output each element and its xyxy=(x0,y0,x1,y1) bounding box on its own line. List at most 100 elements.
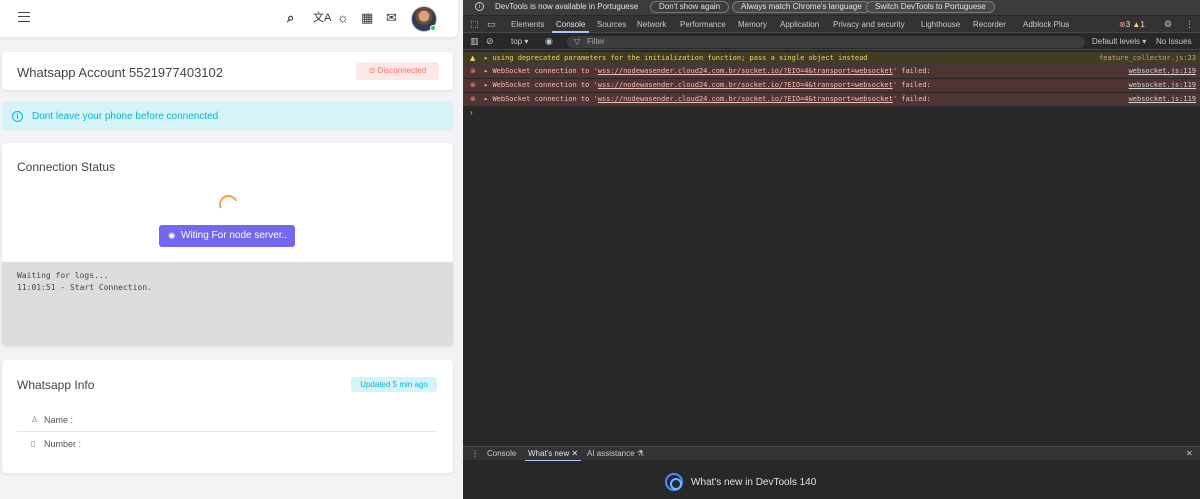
tab-privacy-security[interactable]: Privacy and security xyxy=(833,20,905,29)
devtools-tab-bar: ⬚ ▭ Elements Console Sources Network Per… xyxy=(463,16,1200,33)
message-suffix: ' failed: xyxy=(892,67,931,75)
message-url-link[interactable]: wss://nodewasender.cloud24.com.br/socket… xyxy=(598,67,893,75)
top-navbar: ⌕ 文A ☼ ▦ ✉ xyxy=(0,0,458,37)
error-icon: ⊗ xyxy=(470,81,476,89)
info-icon: i xyxy=(475,2,484,11)
connection-title: Connection Status xyxy=(17,160,116,174)
phone-icon: ▯ xyxy=(31,439,36,448)
warning-count: 1 xyxy=(1140,20,1145,29)
whatsapp-info-card: Whatsapp Info Updated 5 min ago ♙ Name :… xyxy=(2,360,453,473)
clear-console-icon[interactable]: ⊘ xyxy=(486,36,494,47)
filter-icon: ▽ xyxy=(574,37,581,46)
log-levels-dropdown[interactable]: Default levels ▾ xyxy=(1092,37,1146,46)
alert-text: Dont leave your phone before connencted xyxy=(32,111,219,122)
issue-counter[interactable]: ⊗3 ▲1 xyxy=(1119,20,1145,29)
message-text: ▸ WebSocket connection to 'wss://nodewas… xyxy=(484,81,931,89)
console-filter-input[interactable]: ▽ Filter xyxy=(567,36,1085,48)
waiting-server-button[interactable]: ✺ Witing For node server.. xyxy=(159,225,295,247)
tab-memory[interactable]: Memory xyxy=(738,20,767,29)
message-prefix: WebSocket connection to ' xyxy=(492,81,598,89)
issues-button[interactable]: No Issues xyxy=(1156,37,1192,46)
drawer-tab-whats-new[interactable]: What's new ✕ xyxy=(524,449,582,462)
tab-performance[interactable]: Performance xyxy=(680,20,726,29)
inspect-element-icon[interactable]: ⬚ xyxy=(470,19,479,30)
chrome-devtools-logo-icon xyxy=(665,473,683,491)
error-icon: ⊗ xyxy=(470,67,476,75)
dont-show-again-button[interactable]: Don't show again xyxy=(650,1,730,13)
settings-gear-icon[interactable]: ⚙ xyxy=(1164,19,1172,30)
tab-sources[interactable]: Sources xyxy=(597,20,626,29)
connection-status-card: Connection Status ✺ Witing For node serv… xyxy=(2,143,453,346)
console-message-warning[interactable]: ▲ ▸ using deprecated parameters for the … xyxy=(463,52,1200,65)
name-label: Name : xyxy=(44,415,74,425)
whats-new-title: What's new in DevTools 140 xyxy=(691,477,817,488)
online-status-dot xyxy=(430,25,436,31)
account-card: Whatsapp Account 5521977403102 ⊙ Disconn… xyxy=(2,52,453,90)
console-message-error[interactable]: ⊗ ▸ WebSocket connection to 'wss://nodew… xyxy=(463,79,1200,92)
whats-new-panel: What's new in DevTools 140 xyxy=(463,461,1200,499)
switch-portuguese-button[interactable]: Switch DevTools to Portuguese xyxy=(866,1,995,13)
drawer-tab-console[interactable]: Console xyxy=(487,449,516,458)
info-row-name: ♙ Name : xyxy=(17,408,437,432)
console-prompt-icon[interactable]: › xyxy=(470,108,473,117)
close-drawer-icon[interactable]: ✕ xyxy=(1186,449,1193,458)
error-icon: ⊗ xyxy=(470,95,476,103)
message-url-link[interactable]: wss://nodewasender.cloud24.com.br/socket… xyxy=(598,95,893,103)
warning-icon: ▲ xyxy=(470,54,476,62)
grid-shortcuts-icon[interactable]: ▦ xyxy=(361,11,373,25)
drawer-tab-ai-assistance[interactable]: AI assistance ⚗ xyxy=(587,449,644,458)
message-source-link[interactable]: websocket.js:119 xyxy=(1129,93,1196,106)
console-message-error[interactable]: ⊗ ▸ WebSocket connection to 'wss://nodew… xyxy=(463,93,1200,106)
account-title: Whatsapp Account 5521977403102 xyxy=(17,65,224,80)
close-icon[interactable]: ✕ xyxy=(571,449,578,458)
updated-badge: Updated 5 min ago xyxy=(351,377,437,392)
sidebar-toggle-icon[interactable]: ▥ xyxy=(470,36,479,47)
match-chrome-language-button[interactable]: Always match Chrome's language xyxy=(732,1,871,13)
context-selector[interactable]: top ▾ xyxy=(511,37,528,46)
message-text: ▸ using deprecated parameters for the in… xyxy=(484,54,868,62)
waiting-server-label: Witing For node server.. xyxy=(181,230,288,241)
message-source-link[interactable]: feature_collector.js:23 xyxy=(1099,52,1196,65)
tab-network[interactable]: Network xyxy=(637,20,666,29)
menu-icon[interactable] xyxy=(18,12,30,22)
log-line: 11:01:51 - Start Connection. xyxy=(17,283,152,292)
info-title: Whatsapp Info xyxy=(17,378,95,392)
device-toolbar-icon[interactable]: ▭ xyxy=(487,19,496,30)
message-source-link[interactable]: websocket.js:119 xyxy=(1129,79,1196,92)
tab-adblock-plus[interactable]: Adblock Plus xyxy=(1023,20,1069,29)
console-message-error[interactable]: ⊗ ▸ WebSocket connection to 'wss://nodew… xyxy=(463,65,1200,78)
log-line: Waiting for logs... xyxy=(17,271,109,280)
status-badge-label: Disconnected xyxy=(377,66,427,75)
tab-application[interactable]: Application xyxy=(780,20,819,29)
error-icon: ⊗ xyxy=(1119,20,1126,29)
error-count: 3 xyxy=(1125,20,1131,29)
translate-icon[interactable]: 文A xyxy=(313,11,331,25)
loading-spinner-icon xyxy=(216,192,241,217)
info-row-number: ▯ Number : xyxy=(17,432,437,456)
tab-elements[interactable]: Elements xyxy=(511,20,544,29)
user-icon: ♙ xyxy=(31,415,39,424)
message-body: using deprecated parameters for the init… xyxy=(492,54,868,62)
drawer-menu-icon[interactable]: ⋮ xyxy=(471,449,479,458)
devtools-panel: i DevTools is now available in Portugues… xyxy=(463,0,1200,499)
tab-console[interactable]: Console xyxy=(551,20,590,33)
message-text: ▸ WebSocket connection to 'wss://nodewas… xyxy=(484,67,931,75)
devtools-drawer-tabs: ⋮ Console What's new ✕ AI assistance ⚗ ✕ xyxy=(463,446,1200,462)
notification-icon[interactable]: ✉ xyxy=(386,11,397,25)
info-icon: i xyxy=(12,111,23,122)
tab-recorder[interactable]: Recorder xyxy=(973,20,1006,29)
more-options-icon[interactable]: ⋮ xyxy=(1185,19,1194,30)
message-source-link[interactable]: websocket.js:119 xyxy=(1129,65,1196,78)
theme-sun-icon[interactable]: ☼ xyxy=(337,11,349,25)
drawer-tab-whats-new-label: What's new xyxy=(528,449,570,458)
message-url-link[interactable]: wss://nodewasender.cloud24.com.br/socket… xyxy=(598,81,893,89)
message-prefix: WebSocket connection to ' xyxy=(492,95,598,103)
live-expression-eye-icon[interactable]: ◉ xyxy=(545,36,553,47)
search-icon[interactable]: ⌕ xyxy=(287,11,294,25)
info-alert: i Dont leave your phone before connencte… xyxy=(2,102,453,130)
spinner-icon: ✺ xyxy=(168,231,176,241)
tab-lighthouse[interactable]: Lighthouse xyxy=(921,20,960,29)
flask-icon: ⚗ xyxy=(636,449,644,458)
filter-placeholder: Filter xyxy=(587,37,605,46)
connection-logs: Waiting for logs... 11:01:51 - Start Con… xyxy=(2,262,453,346)
